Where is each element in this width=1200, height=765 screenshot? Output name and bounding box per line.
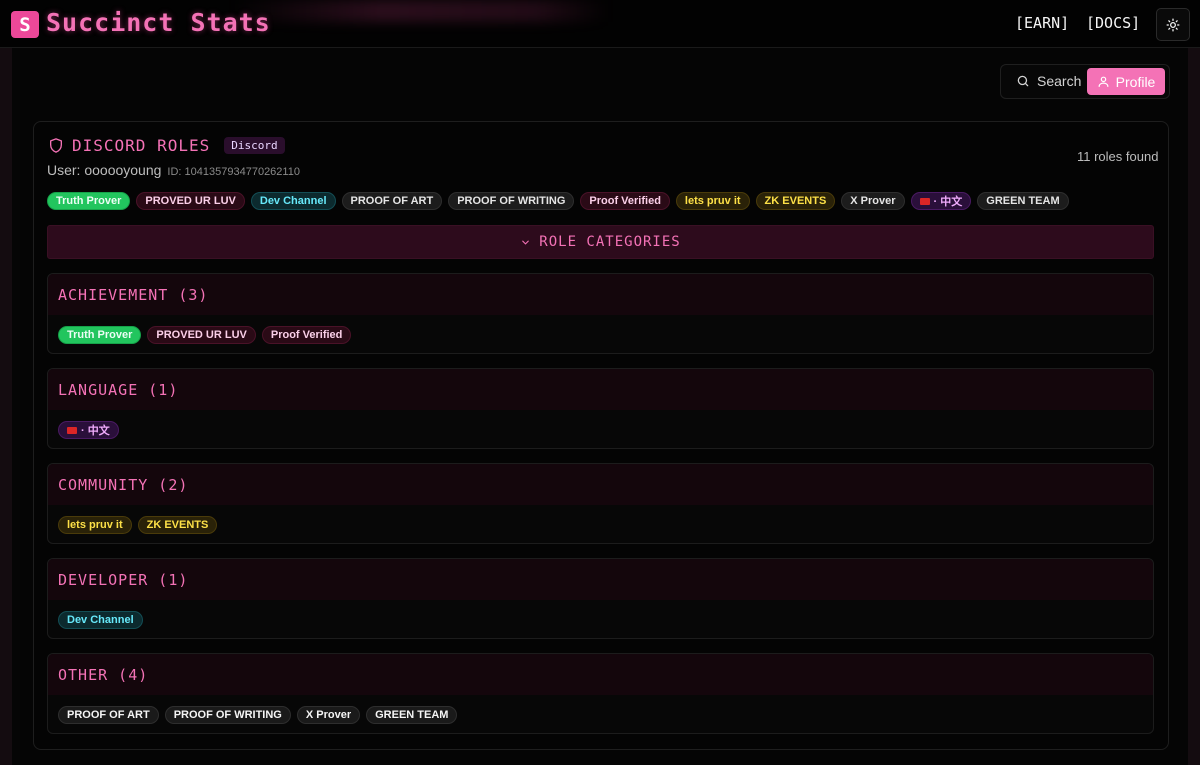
left-frame	[0, 48, 12, 765]
role-categories-label: ROLE CATEGORIES	[539, 234, 681, 250]
role-tag: lets pruv it	[675, 192, 750, 210]
role-tag: PROVED UR LUV	[147, 326, 256, 344]
role-tag: GREEN TEAM	[366, 706, 458, 724]
sun-icon	[1166, 18, 1180, 31]
section-title: COMMUNITY (2)	[48, 464, 1153, 505]
all-roles-list: Truth Prover PROVED UR LUV Dev Channel PROO…	[47, 192, 1069, 210]
role-tag: lets pruv it	[58, 516, 132, 534]
theme-toggle-button[interactable]	[1156, 8, 1190, 41]
section-title: DEVELOPER (1)	[48, 559, 1153, 600]
flag-icon	[919, 197, 930, 205]
role-tag: ZK EVENTS	[137, 516, 218, 534]
card-header: DISCORD ROLES Discord	[48, 136, 285, 155]
profile-button[interactable]: Profile	[1087, 68, 1165, 95]
section-language: LANGUAGE (1) · 中文	[47, 368, 1154, 449]
profile-label: Profile	[1115, 73, 1156, 90]
section-title: ACHIEVEMENT (3)	[48, 274, 1153, 315]
role-tag: · 中文	[58, 421, 119, 439]
nav-earn-link[interactable]: [EARN]	[1015, 14, 1069, 32]
section-roles: · 中文	[58, 421, 119, 439]
card-title: DISCORD ROLES	[72, 136, 211, 155]
section-roles: Truth Prover PROVED UR LUV Proof Verified	[58, 326, 352, 344]
right-frame	[1188, 48, 1200, 765]
section-developer: DEVELOPER (1) Dev Channel	[47, 558, 1154, 639]
role-tag: PROOF OF WRITING	[448, 192, 575, 210]
role-tag: Dev Channel	[250, 192, 336, 210]
role-tag: PROOF OF WRITING	[164, 706, 291, 724]
section-achievement: ACHIEVEMENT (3) Truth Prover PROVED UR LU…	[47, 273, 1154, 354]
role-tag: Proof Verified	[580, 192, 670, 210]
search-button[interactable]: Search	[1008, 67, 1089, 95]
role-categories-toggle[interactable]: ROLE CATEGORIES	[47, 225, 1154, 259]
shield-icon	[50, 138, 62, 153]
user-icon	[1098, 76, 1109, 87]
section-other: OTHER (4) PROOF OF ART PROOF OF WRITING X …	[47, 653, 1154, 734]
search-label: Search	[1037, 73, 1082, 89]
user-info: User: oooooyoung ID: 1041357934770262110	[47, 162, 300, 178]
user-id: ID: 1041357934770262110	[167, 166, 300, 178]
section-title: LANGUAGE (1)	[48, 369, 1153, 410]
nav-docs-link[interactable]: [DOCS]	[1086, 14, 1140, 32]
search-icon	[1017, 75, 1029, 87]
role-tag: PROVED UR LUV	[136, 192, 245, 210]
chevron-down-icon	[522, 240, 530, 245]
role-tag: PROOF OF ART	[341, 192, 443, 210]
role-tag: Proof Verified	[261, 326, 352, 344]
user-name: User: oooooyoung	[47, 162, 162, 178]
section-roles: Dev Channel	[58, 611, 143, 629]
role-tag: PROOF OF ART	[58, 706, 159, 724]
header-glow	[230, 0, 610, 22]
role-tag: Dev Channel	[58, 611, 143, 629]
role-tag: Truth Prover	[58, 326, 142, 344]
section-roles: lets pruv it ZK EVENTS	[58, 516, 218, 534]
discord-badge: Discord	[224, 137, 285, 154]
role-tag: Truth Prover	[47, 192, 131, 210]
role-tag: · 中文	[910, 192, 972, 210]
section-roles: PROOF OF ART PROOF OF WRITING X Prover GREE…	[58, 706, 458, 724]
role-tag: ZK EVENTS	[755, 192, 836, 210]
flag-icon	[67, 426, 77, 434]
roles-count: 11 roles found	[1077, 149, 1159, 164]
role-tag: GREEN TEAM	[977, 192, 1069, 210]
section-community: COMMUNITY (2) lets pruv it ZK EVENTS	[47, 463, 1154, 544]
role-tag: X Prover	[296, 706, 361, 724]
section-title: OTHER (4)	[48, 654, 1153, 695]
role-tag: X Prover	[841, 192, 905, 210]
logo-badge[interactable]: S	[11, 11, 39, 38]
brand-title[interactable]: Succinct Stats	[46, 8, 271, 37]
